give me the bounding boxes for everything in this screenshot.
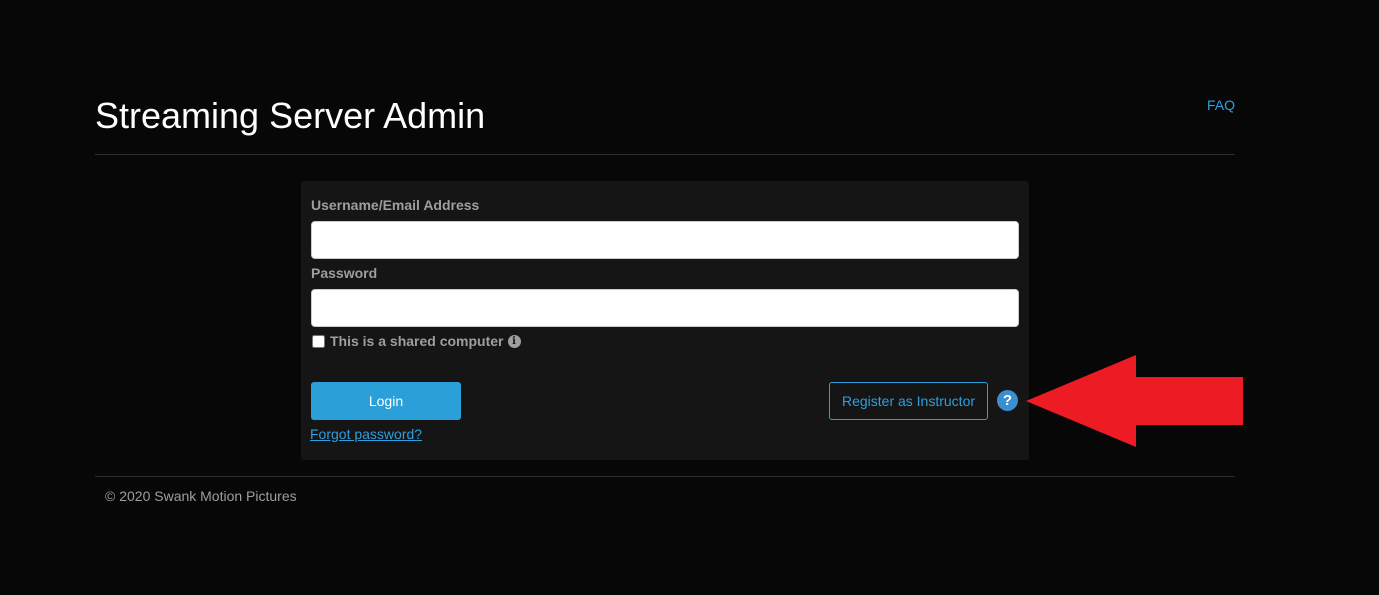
login-panel: Username/Email Address Password This is … — [301, 181, 1029, 460]
copyright-text: © 2020 Swank Motion Pictures — [105, 488, 297, 504]
page-title: Streaming Server Admin — [95, 95, 486, 136]
faq-link[interactable]: FAQ — [1207, 97, 1235, 113]
question-circle-icon[interactable]: ? — [997, 390, 1018, 411]
info-circle-icon[interactable]: i — [507, 334, 521, 348]
footer-divider — [95, 476, 1235, 477]
login-button[interactable]: Login — [311, 382, 461, 420]
username-input[interactable] — [311, 221, 1019, 259]
username-label: Username/Email Address — [311, 197, 480, 213]
register-instructor-button[interactable]: Register as Instructor — [829, 382, 988, 420]
forgot-password-link[interactable]: Forgot password? — [310, 426, 422, 442]
red-arrow-annotation — [1026, 355, 1243, 447]
shared-computer-row: This is a shared computer i — [311, 331, 521, 351]
page-header: Streaming Server Admin FAQ — [95, 0, 1235, 155]
shared-computer-label: This is a shared computer — [330, 333, 504, 349]
password-input[interactable] — [311, 289, 1019, 327]
page: Streaming Server Admin FAQ Username/Emai… — [0, 0, 1379, 595]
password-label: Password — [311, 265, 378, 281]
shared-computer-checkbox[interactable] — [312, 334, 325, 348]
red-arrow-icon — [1026, 355, 1243, 447]
